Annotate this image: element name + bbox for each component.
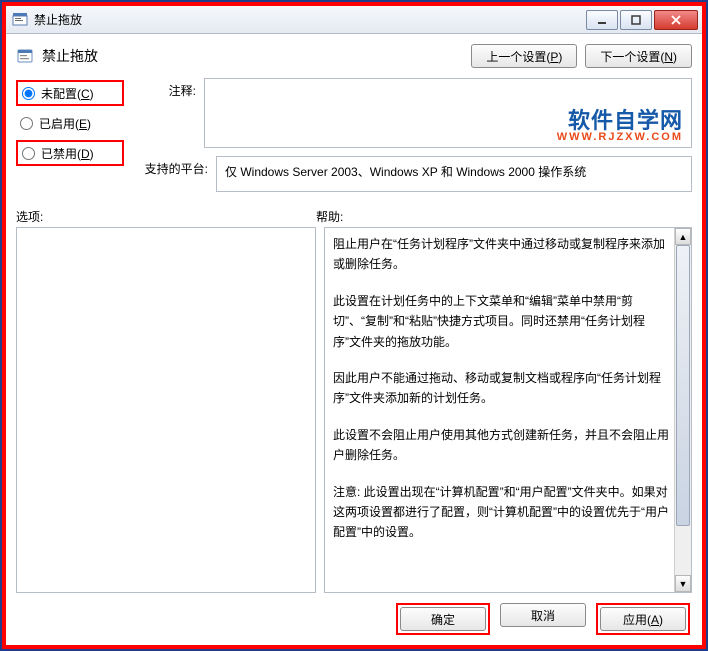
help-text: 阻止用户在“任务计划程序”文件夹中通过移动或复制程序来添加或删除任务。 此设置在… [325,228,674,592]
header-row: 禁止拖放 上一个设置(P) 下一个设置(N) [16,40,692,78]
platforms-label: 支持的平台: [136,156,208,192]
scroll-down-arrow-icon[interactable]: ▼ [675,575,691,592]
app-icon [12,12,28,28]
policy-icon [16,47,34,65]
watermark-line2: WWW.RJZXW.COM [557,131,683,143]
minimize-button[interactable] [586,10,618,30]
supported-platforms-text: 仅 Windows Server 2003、Windows XP 和 Windo… [225,165,586,179]
radio-disabled[interactable]: 已禁用(D) [16,140,124,166]
next-setting-button[interactable]: 下一个设置(N) [585,44,692,68]
client-area: 禁止拖放 上一个设置(P) 下一个设置(N) 未配置(C) 已启用(E) 已禁用… [6,34,702,645]
ok-button[interactable]: 确定 [400,607,486,631]
maximize-button[interactable] [620,10,652,30]
help-paragraph: 阻止用户在“任务计划程序”文件夹中通过移动或复制程序来添加或删除任务。 [333,234,670,275]
radio-enabled-label: 已启用(E) [39,115,91,132]
comment-label: 注释: [136,78,196,148]
scroll-thumb[interactable] [676,245,690,526]
window-title: 禁止拖放 [34,11,578,28]
previous-setting-button[interactable]: 上一个设置(P) [471,44,577,68]
options-panel [16,227,316,593]
radio-disabled-label: 已禁用(D) [41,145,94,162]
help-paragraph: 此设置不会阻止用户使用其他方式创建新任务，并且不会阻止用户删除任务。 [333,425,670,466]
radio-not-configured-input[interactable] [22,87,35,100]
page-title: 禁止拖放 [42,46,463,66]
ok-highlight: 确定 [396,603,490,635]
window-controls [584,10,698,30]
state-radio-group: 未配置(C) 已启用(E) 已禁用(D) [16,78,124,192]
cancel-button[interactable]: 取消 [500,603,586,627]
dialog-footer: 确定 取消 应用(A) [16,593,692,637]
title-bar: 禁止拖放 [6,6,702,34]
radio-enabled-input[interactable] [20,117,33,130]
help-panel: 阻止用户在“任务计划程序”文件夹中通过移动或复制程序来添加或删除任务。 此设置在… [324,227,692,593]
apply-button[interactable]: 应用(A) [600,607,686,631]
scroll-track[interactable] [675,245,691,575]
close-button[interactable] [654,10,698,30]
help-label: 帮助: [316,208,692,225]
help-paragraph: 注意: 此设置出现在“计算机配置”和“用户配置”文件夹中。如果对这两项设置都进行… [333,482,670,543]
watermark: 软件自学网 WWW.RJZXW.COM [557,103,683,143]
radio-not-configured-label: 未配置(C) [41,85,94,102]
radio-not-configured[interactable]: 未配置(C) [16,80,124,106]
help-paragraph: 因此用户不能通过拖动、移动或复制文档或程序向“任务计划程序”文件夹添加新的计划任… [333,368,670,409]
supported-platforms-box: 仅 Windows Server 2003、Windows XP 和 Windo… [216,156,692,192]
options-label: 选项: [16,208,316,225]
help-scrollbar[interactable]: ▲ ▼ [674,228,691,592]
help-paragraph: 此设置在计划任务中的上下文菜单和“编辑”菜单中禁用“剪切”、“复制”和“粘贴”快… [333,291,670,352]
radio-enabled[interactable]: 已启用(E) [16,110,124,136]
comment-textbox[interactable]: 软件自学网 WWW.RJZXW.COM [204,78,692,148]
radio-disabled-input[interactable] [22,147,35,160]
upper-section: 未配置(C) 已启用(E) 已禁用(D) 注释: 软件自学网 [16,78,692,192]
apply-highlight: 应用(A) [596,603,690,635]
scroll-up-arrow-icon[interactable]: ▲ [675,228,691,245]
outer-highlight: 禁止拖放 禁止拖放 上一个设置(P) 下一个设置(N) [2,2,706,649]
